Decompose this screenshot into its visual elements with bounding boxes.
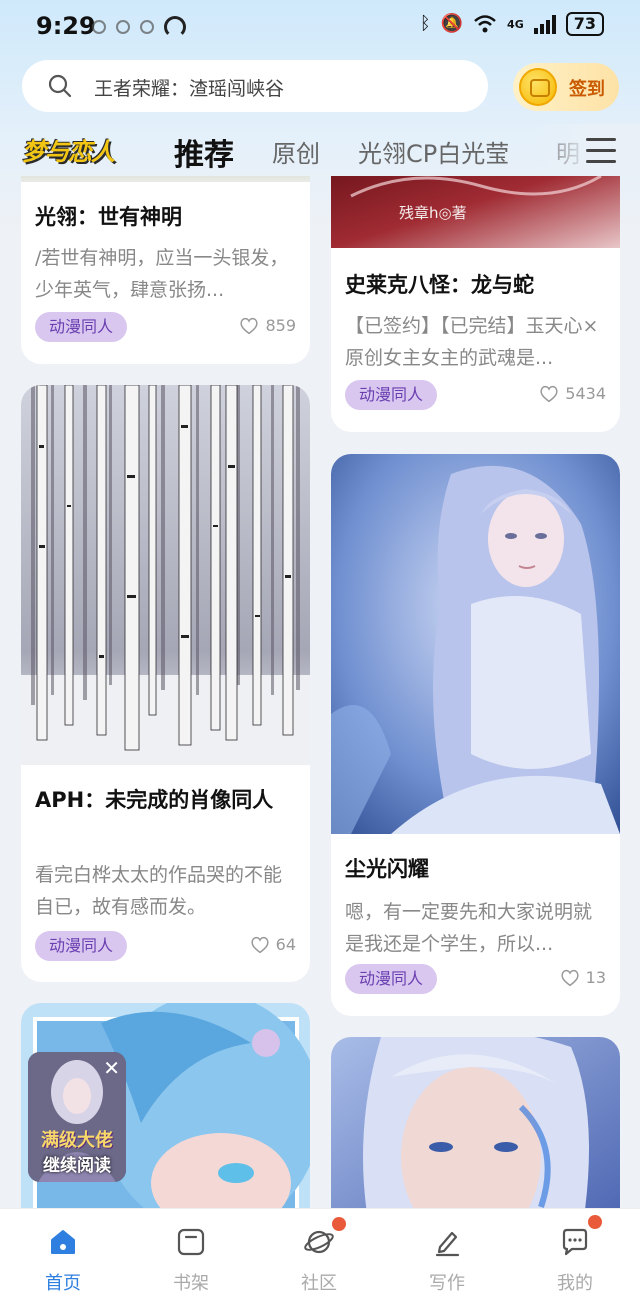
float-book-title: 满级大佬 [41, 1130, 113, 1151]
heart-icon [540, 385, 558, 402]
network-type-label: 4G [507, 17, 524, 31]
notification-dot [332, 1217, 346, 1231]
like-count-value: 859 [265, 316, 296, 335]
book-cover: 残章h◎著 [331, 176, 620, 248]
notification-icon [140, 20, 154, 34]
nav-write[interactable]: 写作 [402, 1221, 492, 1301]
tab-guangling-cp[interactable]: 光翎CP白光莹 [358, 134, 509, 169]
book-description: 嗯，有一定要先和大家说明就是我还是个学生，所以... [345, 901, 593, 955]
search-icon [48, 74, 72, 98]
nav-label: 我的 [557, 1273, 593, 1294]
nav-community[interactable]: 社区 [274, 1217, 364, 1301]
heart-icon [240, 317, 259, 334]
signal-strength-icon [533, 14, 556, 34]
like-count-value: 64 [275, 935, 296, 954]
genre-tag[interactable]: 动漫同人 [345, 380, 438, 410]
nav-label: 首页 [45, 1273, 81, 1294]
book-title: 光翎：世有神明 [35, 205, 182, 229]
book-cover [21, 176, 310, 182]
heart-icon [561, 969, 579, 986]
search-bar[interactable]: 王者荣耀：渣瑶闯峡谷 [22, 60, 488, 112]
cover-author-text: 残章h◎著 [399, 204, 467, 222]
book-title: 尘光闪耀 [345, 857, 429, 881]
book-title: 史莱克八怪：龙与蛇 [345, 273, 534, 297]
search-placeholder: 王者荣耀：渣瑶闯峡谷 [94, 78, 285, 100]
continue-reading-label: 继续阅读 [43, 1156, 111, 1176]
like-count-value: 5434 [565, 384, 606, 403]
tab-recommend[interactable]: 推荐 [174, 130, 234, 174]
book-card[interactable]: APH：未完成的肖像同人 看完白桦太太的作品哭的不能自已，故有感而发。 动漫同人… [21, 385, 310, 982]
wifi-icon [474, 15, 496, 33]
nav-bookshelf[interactable]: 书架 [146, 1221, 236, 1301]
close-icon[interactable]: ✕ [103, 1056, 120, 1080]
book-title: APH：未完成的肖像同人 [35, 788, 274, 812]
like-count[interactable]: 13 [560, 968, 606, 987]
book-card[interactable]: 残章h◎著 史莱克八怪：龙与蛇 【已签约】【已完结】玉天心×原创女主女主的武魂是… [331, 176, 620, 432]
notification-dot [588, 1215, 602, 1229]
tab-fade [530, 124, 640, 176]
genre-tag[interactable]: 动漫同人 [345, 964, 438, 994]
like-count[interactable]: 859 [239, 316, 296, 335]
continue-reading-widget[interactable]: 满级大佬 继续阅读 ✕ [28, 1052, 126, 1182]
status-time: 9:29 [36, 12, 96, 40]
tab-original[interactable]: 原创 [272, 134, 320, 169]
book-card[interactable]: 光翎：世有神明 /若世有神明，应当一头银发，少年英气，肆意张扬... 动漫同人 … [21, 176, 310, 364]
planet-icon [304, 1230, 334, 1254]
nav-label: 写作 [429, 1273, 465, 1294]
like-count[interactable]: 64 [250, 935, 296, 954]
status-notification-icons [92, 16, 186, 38]
mute-bell-icon: 🔕 [440, 13, 464, 34]
book-card[interactable] [331, 1037, 620, 1208]
battery-indicator: 73 [565, 12, 604, 36]
heart-icon [251, 936, 269, 953]
checkin-button[interactable]: 签到 [513, 63, 619, 111]
pen-icon [435, 1231, 460, 1257]
bluetooth-icon: ᛒ [419, 13, 431, 34]
nav-home[interactable]: 首页 [18, 1221, 108, 1301]
notification-icon [92, 20, 106, 34]
bottom-navigation: 首页 书架 社区 写作 我的 [0, 1208, 640, 1306]
home-icon [51, 1230, 75, 1254]
book-cover [21, 385, 310, 765]
like-count-value: 13 [585, 968, 606, 987]
like-count[interactable]: 5434 [539, 384, 606, 403]
genre-tag[interactable]: 动漫同人 [35, 312, 128, 342]
book-description: 看完白桦太太的作品哭的不能自已，故有感而发。 [35, 864, 283, 918]
book-cover [331, 454, 620, 834]
nav-label: 书架 [173, 1273, 209, 1294]
nav-label: 社区 [301, 1273, 337, 1294]
checkin-label: 签到 [569, 79, 605, 100]
book-description: 【已签约】【已完结】玉天心×原创女主女主的武魂是... [345, 315, 599, 369]
message-bubble-icon [562, 1228, 588, 1256]
status-system-icons: ᛒ 🔕 4G 73 [420, 12, 604, 36]
book-description: /若世有神明，应当一头银发，少年英气，肆意张扬... [35, 247, 289, 301]
channel-logo[interactable]: 梦与恋人 [22, 132, 115, 167]
notification-icon [116, 20, 130, 34]
book-card[interactable]: 尘光闪耀 嗯，有一定要先和大家说明就是我还是个学生，所以... 动漫同人 13 [331, 454, 620, 1016]
nav-mine[interactable]: 我的 [530, 1215, 620, 1301]
bookshelf-icon [177, 1228, 205, 1256]
chat-bubble-coin-icon [519, 68, 557, 106]
status-bar: 9:29 ᛒ 🔕 4G 73 [0, 0, 640, 54]
speed-gauge-icon [164, 16, 186, 38]
menu-icon[interactable] [586, 138, 616, 164]
category-tabs: 梦与恋人 推荐 原创 光翎CP白光莹 明 [0, 124, 640, 176]
genre-tag[interactable]: 动漫同人 [35, 931, 128, 961]
book-cover [331, 1037, 620, 1208]
